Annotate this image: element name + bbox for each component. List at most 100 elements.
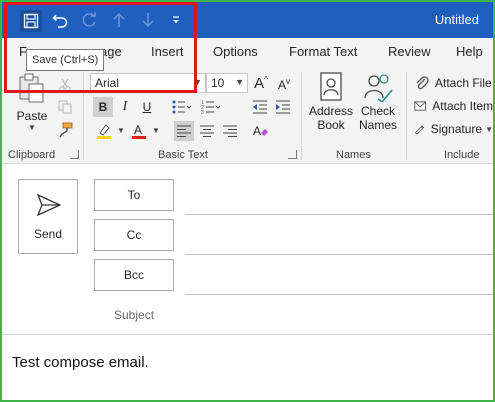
bold-button[interactable]: B	[93, 97, 113, 117]
save-icon	[23, 13, 39, 29]
check-names-label-line1: Check	[360, 104, 395, 118]
cc-input[interactable]	[185, 254, 493, 255]
customize-dropdown-icon	[173, 16, 179, 23]
arrow-down-icon	[142, 13, 154, 28]
to-button[interactable]: To	[94, 179, 174, 211]
tab-options[interactable]: Options	[213, 44, 258, 59]
attach-file-button[interactable]: Attach File	[414, 73, 493, 93]
send-icon	[37, 194, 61, 216]
move-up-button[interactable]	[108, 9, 130, 31]
chevron-down-icon: ▼	[235, 77, 244, 87]
include-group-label: Include	[444, 149, 480, 161]
clipboard-group-label: Clipboard	[8, 149, 56, 161]
grow-font-icon: A^	[254, 74, 268, 92]
font-size-combo[interactable]: 10 ▼	[206, 73, 248, 93]
attach-file-label: Attach File	[435, 76, 492, 90]
customize-qat-button[interactable]	[165, 9, 187, 31]
svg-text:A: A	[253, 124, 261, 138]
window-title: Untitled	[434, 12, 479, 27]
underline-button[interactable]: U	[137, 97, 157, 117]
tab-help[interactable]: Help	[456, 44, 483, 59]
chevron-down-icon: ▼	[193, 77, 202, 87]
highlighter-icon	[97, 124, 111, 139]
format-painter-button[interactable]	[56, 121, 74, 139]
undo-icon	[52, 14, 68, 28]
decrease-indent-button[interactable]	[250, 97, 270, 117]
paste-button[interactable]: Paste ▼	[14, 72, 50, 132]
tab-format-text[interactable]: Format Text	[289, 44, 357, 59]
save-button[interactable]	[20, 10, 42, 32]
tab-insert[interactable]: Insert	[151, 44, 184, 59]
svg-text:A: A	[134, 123, 142, 137]
address-book-button[interactable]: Address Book	[308, 72, 354, 144]
align-right-button[interactable]	[220, 121, 240, 141]
attach-item-button[interactable]: Attach Item	[414, 96, 493, 116]
font-color-button[interactable]: A	[128, 121, 150, 141]
font-size-value: 10	[211, 76, 225, 90]
cut-button[interactable]	[56, 76, 74, 94]
signature-button[interactable]: Signature ▼	[414, 119, 493, 139]
numbering-button[interactable]: 1 2 3	[198, 97, 224, 117]
check-names-label-line2: Names	[358, 118, 397, 132]
chevron-down-icon[interactable]: ▼	[152, 126, 160, 135]
paste-dropdown-icon: ▼	[28, 123, 36, 132]
format-painter-icon	[59, 122, 73, 138]
address-book-label-line1: Address	[308, 104, 354, 118]
signature-label: Signature	[430, 122, 483, 136]
attach-item-label: Attach Item	[432, 99, 493, 113]
chevron-down-icon: ▼	[485, 124, 493, 134]
save-tooltip: Save (Ctrl+S)	[26, 49, 105, 71]
attach-item-icon	[414, 101, 427, 111]
copy-button[interactable]	[56, 98, 74, 116]
ribbon: Paste ▼ Clipboard Arial ▼ 10 ▼ A^ Av B I…	[2, 66, 493, 164]
clear-formatting-button[interactable]: A	[250, 121, 270, 141]
align-left-button[interactable]	[174, 121, 194, 141]
undo-button[interactable]	[49, 9, 71, 31]
align-left-icon	[177, 125, 191, 137]
font-name-combo[interactable]: Arial ▼	[90, 73, 206, 93]
clipboard-launcher-icon[interactable]	[70, 150, 79, 159]
check-names-icon	[364, 74, 393, 102]
shrink-font-button[interactable]: Av	[274, 74, 294, 94]
bcc-input[interactable]	[185, 294, 493, 295]
to-input[interactable]	[185, 214, 493, 215]
subject-field[interactable]: Subject	[114, 308, 154, 322]
address-book-icon	[320, 72, 342, 101]
align-center-icon	[200, 125, 214, 137]
send-label: Send	[33, 227, 63, 241]
check-names-button[interactable]: Check Names	[355, 72, 401, 144]
paperclip-icon	[416, 76, 429, 90]
signature-icon	[414, 125, 425, 135]
numbering-icon: 1 2 3	[201, 100, 221, 115]
align-center-button[interactable]	[197, 121, 217, 141]
clear-formatting-icon: A	[253, 124, 268, 138]
copy-icon	[58, 100, 72, 114]
redo-icon	[82, 12, 96, 27]
increase-indent-icon	[276, 100, 290, 114]
cc-button[interactable]: Cc	[94, 219, 174, 251]
redo-button[interactable]	[78, 9, 100, 31]
group-separator	[83, 72, 84, 160]
align-right-icon	[223, 125, 237, 137]
italic-button[interactable]: I	[115, 97, 135, 117]
group-separator	[301, 72, 302, 160]
font-name-value: Arial	[95, 76, 120, 90]
group-separator	[406, 72, 407, 160]
tab-review[interactable]: Review	[388, 44, 431, 59]
message-body[interactable]: Test compose email.	[12, 354, 149, 371]
arrow-up-icon	[113, 12, 125, 27]
svg-text:3: 3	[201, 110, 204, 115]
bcc-button[interactable]: Bcc	[94, 259, 174, 291]
bullets-button[interactable]	[168, 97, 194, 117]
grow-font-button[interactable]: A^	[251, 73, 271, 93]
chevron-down-icon[interactable]: ▼	[117, 126, 125, 135]
highlight-color-button[interactable]	[93, 121, 115, 141]
bullets-icon	[172, 100, 191, 114]
basic-text-launcher-icon[interactable]	[288, 150, 297, 159]
increase-indent-button[interactable]	[273, 97, 293, 117]
send-button[interactable]: Send	[18, 179, 78, 254]
body-divider	[2, 334, 493, 335]
decrease-indent-icon	[253, 100, 267, 114]
move-down-button[interactable]	[137, 9, 159, 31]
basic-text-group-label: Basic Text	[158, 149, 208, 161]
